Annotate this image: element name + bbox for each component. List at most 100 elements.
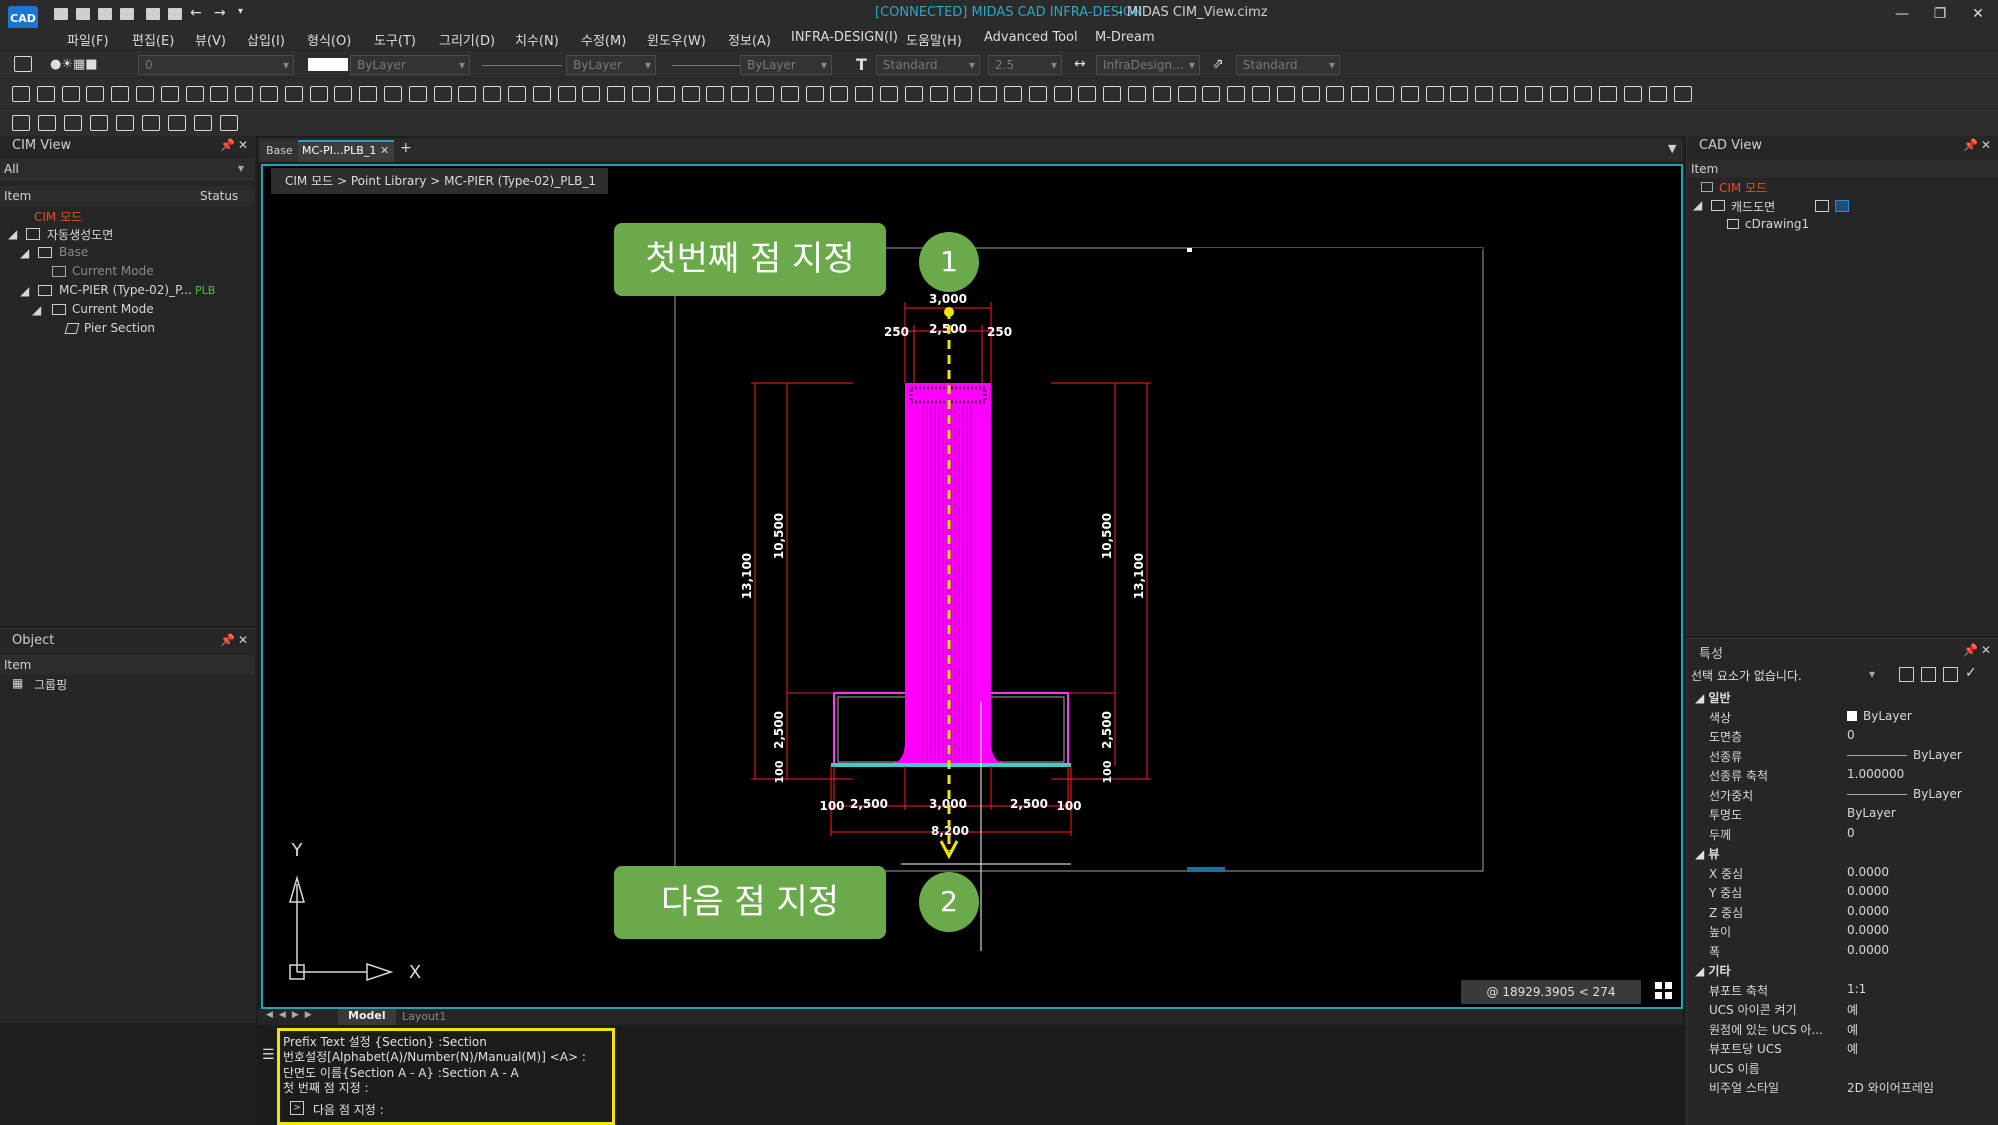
property-value[interactable]: 1:1 xyxy=(1847,982,1866,996)
tool-icon[interactable] xyxy=(384,86,402,102)
tool-icon[interactable] xyxy=(168,115,186,131)
menu-advanced-tool[interactable]: Advanced Tool xyxy=(984,30,1078,45)
tool-icon[interactable] xyxy=(1103,86,1122,102)
tool-icon[interactable] xyxy=(1301,86,1320,102)
tool-icon[interactable] xyxy=(1227,86,1246,102)
property-value[interactable]: 0 xyxy=(1847,728,1855,742)
viewport-grid-icon[interactable] xyxy=(1655,982,1673,1000)
tab-base[interactable]: Base xyxy=(260,141,299,161)
match-properties-icon[interactable]: ✓ xyxy=(1965,665,1977,681)
tree-item-base-current-mode[interactable]: Current Mode xyxy=(72,264,154,278)
tab-model[interactable]: Model xyxy=(338,1009,396,1025)
tool-icon[interactable] xyxy=(632,86,650,102)
tool-icon[interactable] xyxy=(160,86,179,102)
menu-format[interactable]: 형식(O) xyxy=(307,30,351,49)
tool-icon[interactable] xyxy=(1549,86,1568,102)
menu-edit[interactable]: 편집(E) xyxy=(132,30,174,49)
panel-close-icon[interactable]: ✕ xyxy=(1981,643,1991,657)
dim-style-select[interactable]: InfraDesign... xyxy=(1096,55,1200,75)
tab-close-icon[interactable]: ✕ xyxy=(380,144,389,157)
tool-icon[interactable] xyxy=(929,86,948,102)
tool-icon[interactable] xyxy=(1524,86,1543,102)
property-value[interactable]: 1.000000 xyxy=(1847,767,1904,781)
tool-icon[interactable] xyxy=(557,86,576,102)
text-size-select[interactable]: 2.5 xyxy=(988,55,1062,75)
menu-insert[interactable]: 삽입(I) xyxy=(247,30,285,49)
close-button[interactable]: ✕ xyxy=(1960,2,1996,26)
tool-icon[interactable] xyxy=(1351,86,1370,102)
tool-icon[interactable] xyxy=(756,86,774,102)
linetype-select[interactable]: ByLayer xyxy=(566,55,656,75)
tree-item-base[interactable]: Base xyxy=(59,245,88,259)
plot-preview-icon[interactable] xyxy=(168,8,182,20)
tool-icon[interactable] xyxy=(880,86,898,102)
tree-expand-icon[interactable]: ◢ xyxy=(1693,198,1702,212)
tool-icon[interactable] xyxy=(194,115,212,131)
quick-select-icon[interactable] xyxy=(1899,667,1914,682)
tree-item-auto-drawing[interactable]: 자동생성도면 xyxy=(47,226,113,243)
menu-window[interactable]: 윈도우(W) xyxy=(647,30,706,49)
add-tab-icon[interactable]: + xyxy=(400,140,412,156)
tree-item-mc-pier[interactable]: MC-PIER (Type-02)_P... xyxy=(59,283,192,297)
tool-icon[interactable] xyxy=(855,86,874,102)
tool-icon[interactable] xyxy=(1376,86,1394,102)
panel-close-icon[interactable]: ✕ xyxy=(1981,138,1991,152)
tool-icon[interactable] xyxy=(1128,86,1146,102)
tool-icon[interactable] xyxy=(86,86,105,102)
tool-icon[interactable] xyxy=(780,86,799,102)
tool-icon[interactable] xyxy=(1028,86,1047,102)
property-value[interactable]: ByLayer xyxy=(1847,748,1962,762)
tool-icon[interactable] xyxy=(607,86,626,102)
tree-item-pier-section[interactable]: Pier Section xyxy=(84,321,155,335)
undo-icon[interactable]: ← xyxy=(190,5,202,21)
text-style-select[interactable]: Standard xyxy=(876,55,980,75)
tool-icon[interactable] xyxy=(235,86,254,102)
tool-icon[interactable] xyxy=(309,86,328,102)
tool-icon[interactable] xyxy=(64,115,82,131)
tool-icon[interactable] xyxy=(1276,86,1295,102)
tree-item-cim-mode[interactable]: CIM 모드 xyxy=(34,208,82,225)
tool-icon[interactable] xyxy=(1624,86,1642,102)
pin-icon[interactable]: 📌 xyxy=(220,633,235,647)
property-value[interactable]: ByLayer xyxy=(1847,806,1896,820)
property-value[interactable]: 0.0000 xyxy=(1847,884,1889,898)
restore-button[interactable]: ❐ xyxy=(1922,2,1958,26)
table-style-select[interactable]: Standard xyxy=(1236,55,1340,75)
property-value[interactable]: 0.0000 xyxy=(1847,923,1889,937)
tool-icon[interactable] xyxy=(334,86,353,102)
menu-info[interactable]: 정보(A) xyxy=(728,30,771,49)
color-select[interactable]: ByLayer xyxy=(350,55,470,75)
tab-layout1[interactable]: Layout1 xyxy=(402,1010,446,1023)
tool-icon[interactable] xyxy=(1450,86,1469,102)
selection-select[interactable]: 선택 요소가 없습니다. ▾ xyxy=(1689,665,1885,685)
menu-dimension[interactable]: 치수(N) xyxy=(515,30,559,49)
panel-close-icon[interactable]: ✕ xyxy=(238,138,248,152)
redo-icon[interactable]: → xyxy=(214,5,226,21)
tool-icon[interactable] xyxy=(142,115,160,131)
tab-list-dropdown-icon[interactable]: ▼ xyxy=(1668,142,1676,155)
tab-active[interactable]: MC-PI...PLB_1 ✕ xyxy=(298,140,394,162)
tool-icon[interactable] xyxy=(1425,86,1444,102)
tool-icon[interactable] xyxy=(433,86,452,102)
text-style-icon[interactable]: T xyxy=(856,55,867,74)
menu-tools[interactable]: 도구(T) xyxy=(374,30,416,49)
tool-icon[interactable] xyxy=(1202,86,1221,102)
pin-icon[interactable]: 📌 xyxy=(1963,138,1978,152)
tool-icon[interactable] xyxy=(1648,86,1667,102)
menu-draw[interactable]: 그리기(D) xyxy=(439,30,495,49)
tool-icon[interactable] xyxy=(954,86,973,102)
tool-icon[interactable] xyxy=(532,86,551,102)
table-style-icon[interactable]: ⇗ xyxy=(1212,56,1224,72)
minimize-button[interactable]: — xyxy=(1884,2,1920,26)
property-section[interactable]: ◢ 기타 xyxy=(1695,962,1731,979)
menu-modify[interactable]: 수정(M) xyxy=(581,30,626,49)
tool-icon[interactable] xyxy=(1078,86,1097,102)
tool-icon[interactable] xyxy=(656,86,675,102)
tool-icon[interactable] xyxy=(1177,86,1196,102)
tool-icon[interactable] xyxy=(90,115,108,131)
tool-icon[interactable] xyxy=(1004,86,1022,102)
tool-icon[interactable] xyxy=(483,86,502,102)
property-value[interactable]: 0 xyxy=(1847,826,1855,840)
pin-icon[interactable]: 📌 xyxy=(220,138,235,152)
property-value[interactable]: 0.0000 xyxy=(1847,904,1889,918)
